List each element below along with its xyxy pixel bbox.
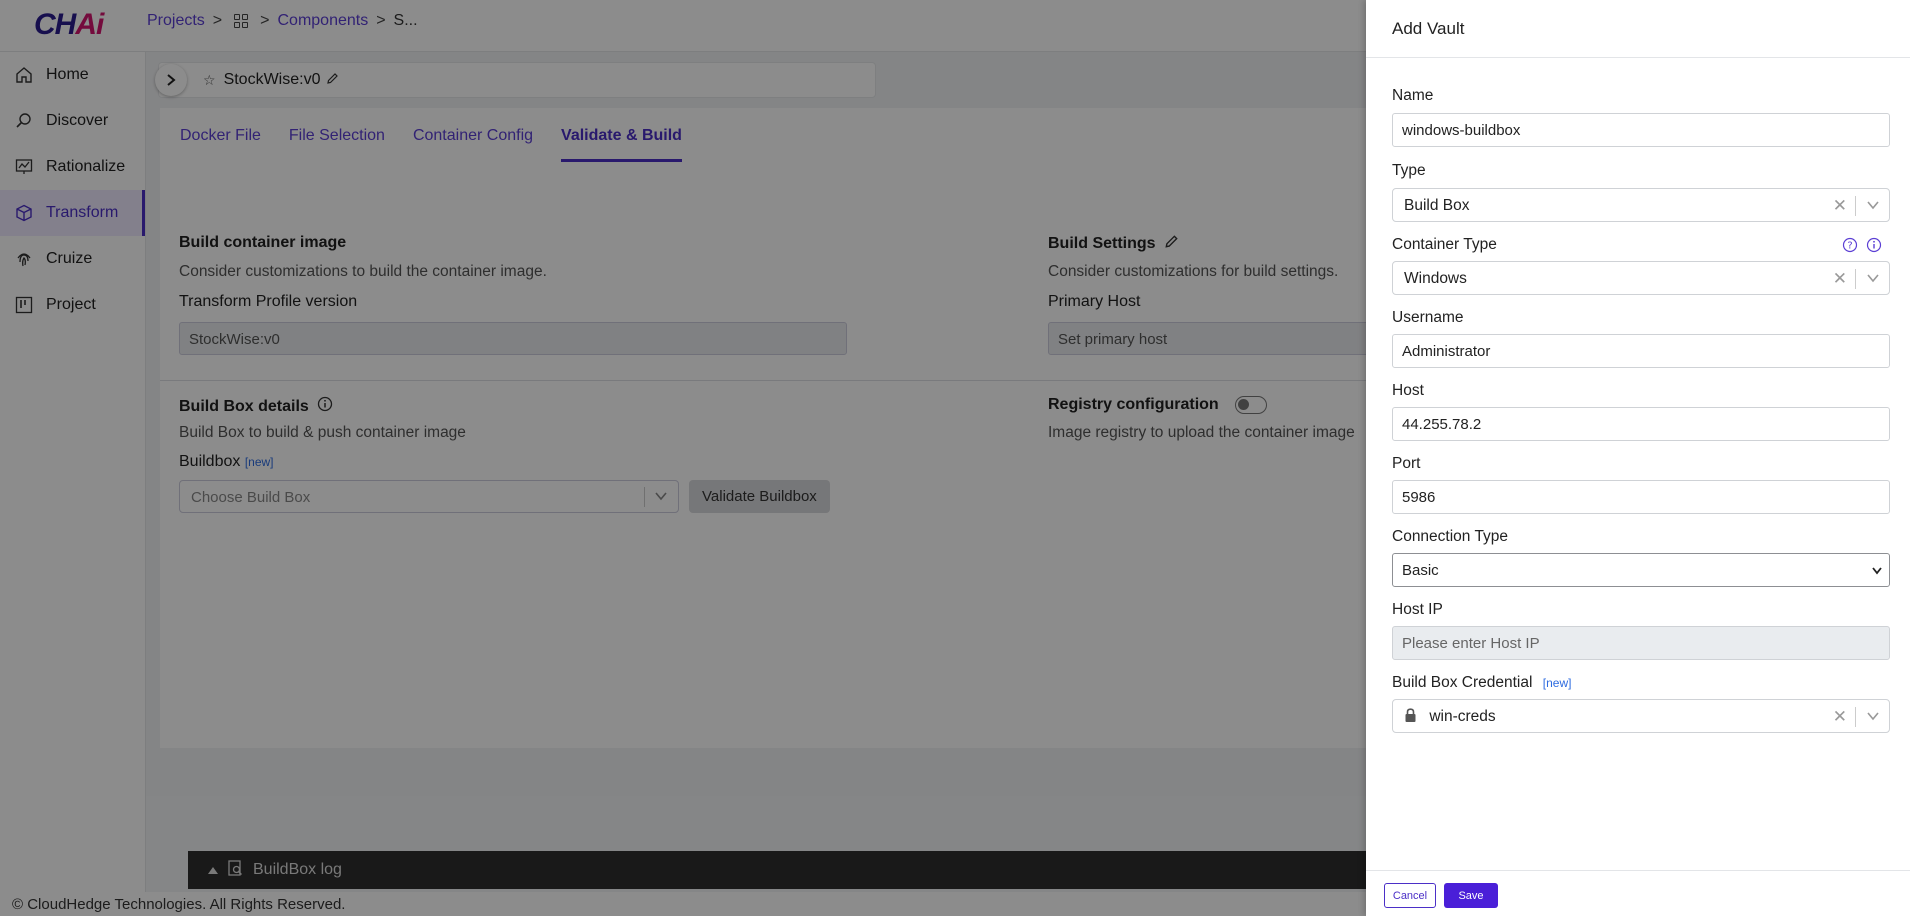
cancel-button[interactable]: Cancel <box>1384 883 1436 908</box>
host-input[interactable]: 44.255.78.2 <box>1392 407 1890 441</box>
select-separator <box>1855 707 1856 727</box>
svg-text:?: ? <box>1847 241 1852 252</box>
username-label: Username <box>1392 309 1464 326</box>
lock-icon <box>1404 708 1417 728</box>
container-type-select[interactable]: Windows ✕ <box>1392 261 1890 295</box>
connection-type-select[interactable]: Basic <box>1392 553 1890 587</box>
name-input[interactable]: windows-buildbox <box>1392 113 1890 147</box>
connection-type-label: Connection Type <box>1392 528 1509 545</box>
save-button[interactable]: Save <box>1444 883 1498 908</box>
type-select[interactable]: Build Box ✕ <box>1392 188 1890 222</box>
chevron-down-icon[interactable] <box>1866 198 1880 217</box>
container-type-help: ? <box>1842 237 1882 257</box>
info-icon[interactable] <box>1866 237 1882 257</box>
drawer-footer-divider <box>1366 870 1910 871</box>
question-icon[interactable]: ? <box>1842 237 1858 257</box>
drawer-title: Add Vault <box>1392 19 1465 38</box>
credential-select[interactable]: win-creds ✕ <box>1392 699 1890 733</box>
select-separator <box>1855 196 1856 216</box>
select-separator <box>1855 269 1856 289</box>
drawer-header-divider <box>1366 57 1910 58</box>
host-ip-input[interactable]: Please enter Host IP <box>1392 626 1890 660</box>
clear-icon[interactable]: ✕ <box>1833 196 1847 216</box>
credential-label: Build Box Credential [new] <box>1392 674 1572 691</box>
clear-icon[interactable]: ✕ <box>1833 269 1847 289</box>
new-credential-link[interactable]: [new] <box>1543 676 1572 690</box>
type-label: Type <box>1392 162 1426 179</box>
port-label: Port <box>1392 455 1421 472</box>
port-input[interactable]: 5986 <box>1392 480 1890 514</box>
chevron-down-icon[interactable] <box>1866 709 1880 728</box>
host-label: Host <box>1392 382 1424 399</box>
container-type-label: Container Type <box>1392 236 1497 253</box>
clear-icon[interactable]: ✕ <box>1833 707 1847 727</box>
name-label: Name <box>1392 87 1434 104</box>
chevron-down-icon <box>1871 564 1883 581</box>
add-vault-drawer: Add Vault Name windows-buildbox Type Bui… <box>1366 0 1910 916</box>
username-input[interactable]: Administrator <box>1392 334 1890 368</box>
chevron-down-icon[interactable] <box>1866 271 1880 290</box>
host-ip-label: Host IP <box>1392 601 1443 618</box>
